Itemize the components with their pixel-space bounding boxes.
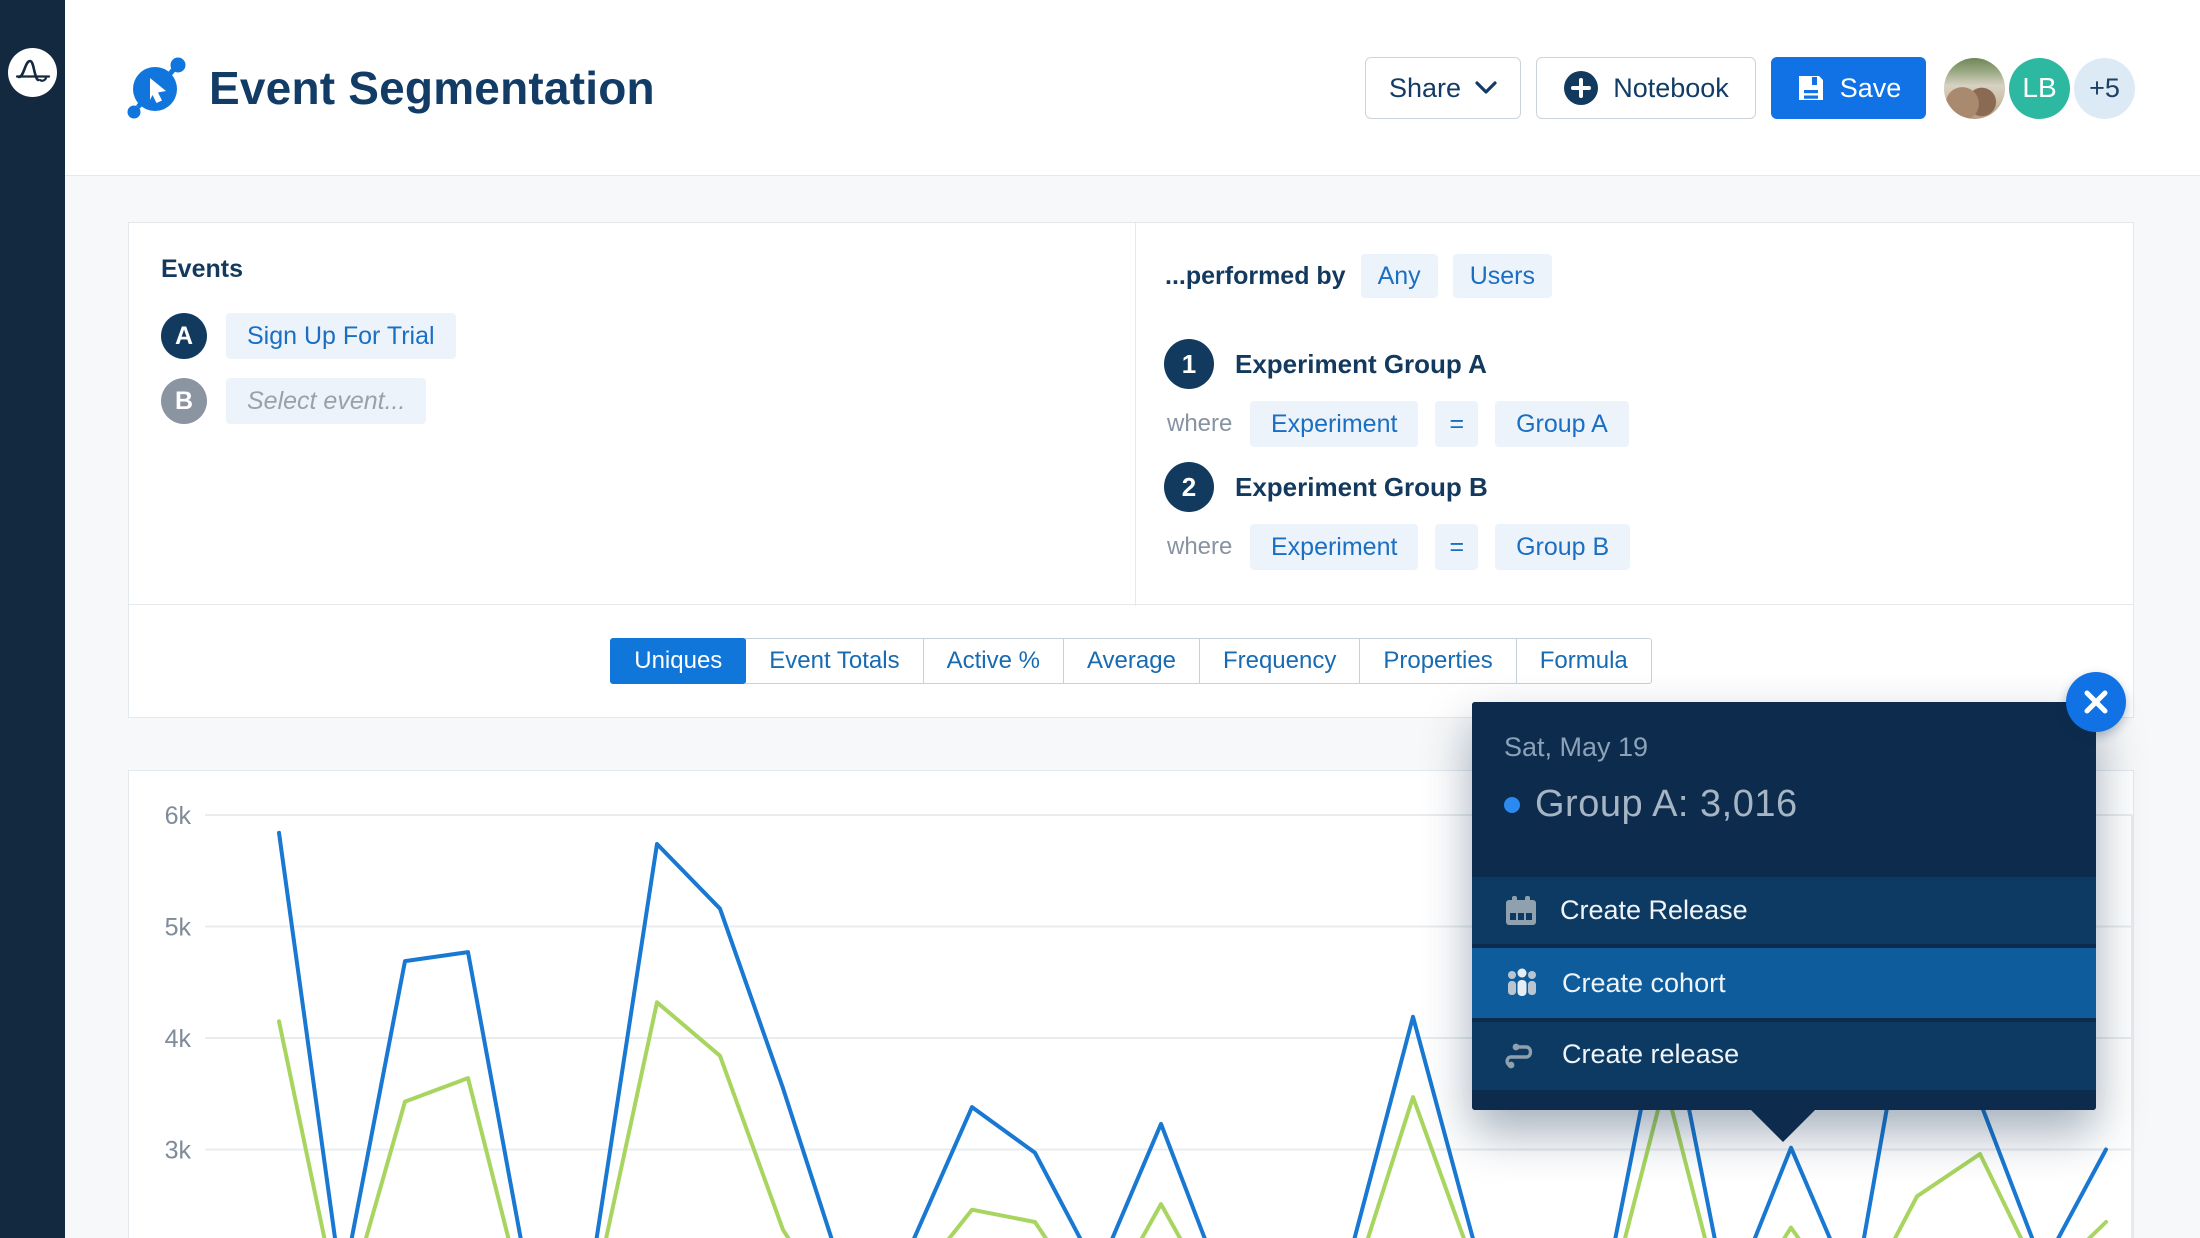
tab-event-totals[interactable]: Event Totals: [745, 638, 923, 684]
tab-properties[interactable]: Properties: [1359, 638, 1516, 684]
segment-row: 1 Experiment Group A: [1164, 339, 1487, 389]
tab-uniques[interactable]: Uniques: [610, 638, 746, 684]
chevron-down-icon: [1475, 81, 1497, 95]
where-label: where: [1167, 533, 1250, 561]
avatar-overflow-count[interactable]: +5: [2074, 58, 2135, 119]
y-axis-label: 4k: [165, 1025, 192, 1053]
calendar-icon: [1504, 895, 1538, 927]
tooltip-menu-item[interactable]: Create release: [1472, 1018, 2096, 1087]
operator-pill[interactable]: =: [1435, 524, 1478, 570]
top-bar: Event Segmentation Share Notebook: [65, 0, 2200, 176]
event-badge: B: [161, 378, 207, 424]
save-button[interactable]: Save: [1771, 57, 1926, 119]
y-axis-label: 6k: [165, 802, 192, 830]
property-pill[interactable]: Experiment: [1250, 524, 1418, 570]
cohort-icon: [1504, 967, 1540, 999]
share-button[interactable]: Share: [1365, 57, 1521, 119]
event-badge: A: [161, 313, 207, 359]
avatar-group: LB +5: [1944, 58, 2135, 119]
y-axis-label: 3k: [165, 1137, 192, 1165]
save-floppy-icon: [1796, 73, 1826, 103]
tab-formula[interactable]: Formula: [1516, 638, 1652, 684]
performed-by-any-pill[interactable]: Any: [1361, 254, 1438, 298]
metric-tabs: UniquesEvent TotalsActive %AverageFreque…: [129, 604, 2133, 717]
tooltip-header: Sat, May 19 Group A: 3,016: [1472, 702, 2096, 877]
tooltip-menu-label: Create release: [1562, 1039, 1739, 1070]
tab-frequency[interactable]: Frequency: [1199, 638, 1360, 684]
save-button-label: Save: [1840, 73, 1902, 104]
segment-row: 2 Experiment Group B: [1164, 462, 1488, 512]
chart-tooltip: Sat, May 19 Group A: 3,016 Create Releas…: [1472, 702, 2096, 1110]
events-section-title: Events: [161, 255, 243, 284]
notebook-button[interactable]: Notebook: [1536, 57, 1756, 119]
page-title: Event Segmentation: [209, 61, 655, 115]
release-icon: [1504, 1039, 1540, 1071]
close-icon[interactable]: [2066, 672, 2126, 732]
plus-circle-icon: [1563, 70, 1599, 106]
tooltip-menu-label: Create cohort: [1562, 968, 1726, 999]
segment-number-badge: 1: [1164, 339, 1214, 389]
event-pill[interactable]: Select event...: [226, 378, 426, 424]
segment-where-row: whereExperiment = Group B: [1167, 524, 1647, 570]
operator-pill[interactable]: =: [1435, 401, 1478, 447]
y-axis-label: 5k: [165, 914, 192, 942]
tooltip-menu-item[interactable]: Create Release: [1472, 877, 2096, 944]
where-label: where: [1167, 410, 1250, 438]
segment-where-row: whereExperiment = Group A: [1167, 401, 1646, 447]
segment-number-badge: 2: [1164, 462, 1214, 512]
amplitude-logo-icon[interactable]: [8, 48, 57, 97]
value-pill[interactable]: Group A: [1495, 401, 1629, 447]
event-row: B Select event...: [161, 378, 426, 424]
tooltip-menu-item[interactable]: Create cohort: [1472, 944, 2096, 1018]
avatar[interactable]: [1944, 58, 2005, 119]
performed-by-section: ...performed by Any Users 1 Experiment Gr…: [1135, 223, 2135, 606]
event-pill[interactable]: Sign Up For Trial: [226, 313, 456, 359]
tooltip-date: Sat, May 19: [1504, 732, 2064, 763]
tooltip-menu: Create Release Create cohort Create releas…: [1472, 877, 2096, 1087]
performed-by-users-pill[interactable]: Users: [1453, 254, 1552, 298]
notebook-button-label: Notebook: [1613, 73, 1729, 104]
tooltip-footer: [1472, 1090, 2096, 1110]
segment-name: Experiment Group A: [1235, 349, 1487, 380]
tooltip-pointer: [1751, 1110, 1815, 1142]
app-sidebar: [0, 0, 65, 1238]
series-dot-icon: [1504, 797, 1520, 813]
value-pill[interactable]: Group B: [1495, 524, 1630, 570]
avatar[interactable]: LB: [2009, 58, 2070, 119]
event-segmentation-icon: [125, 53, 191, 123]
share-button-label: Share: [1389, 73, 1461, 104]
event-row: A Sign Up For Trial: [161, 313, 456, 359]
tab-active-[interactable]: Active %: [923, 638, 1064, 684]
tooltip-value: Group A: 3,016: [1535, 783, 1798, 826]
property-pill[interactable]: Experiment: [1250, 401, 1418, 447]
segment-name: Experiment Group B: [1235, 472, 1488, 503]
tab-average[interactable]: Average: [1063, 638, 1200, 684]
tooltip-menu-label: Create Release: [1560, 895, 1748, 926]
query-builder-card: Events A Sign Up For Trial B Select event..…: [128, 222, 2134, 718]
performed-by-label: ...performed by: [1165, 262, 1346, 291]
